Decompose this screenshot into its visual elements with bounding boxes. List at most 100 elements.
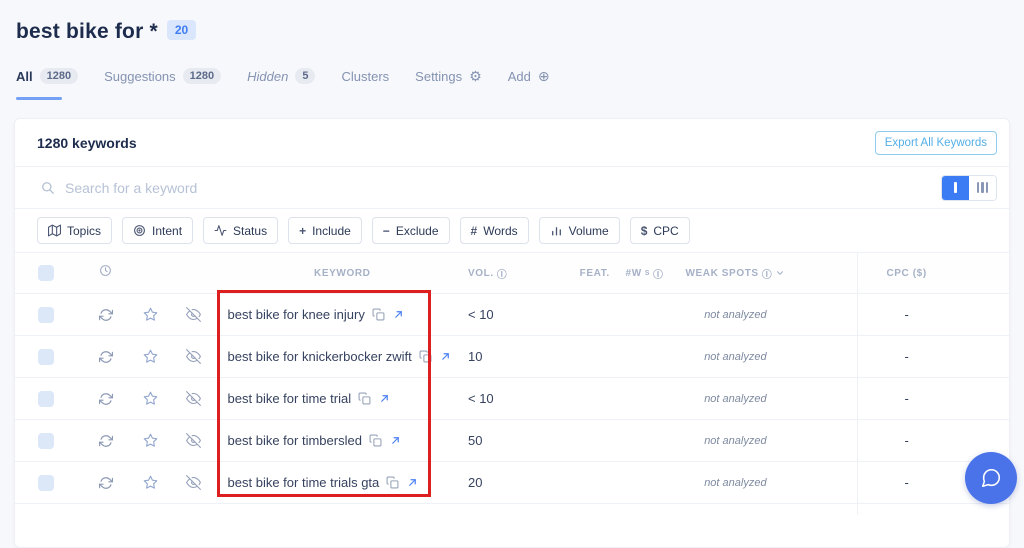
volume-value: 50 <box>467 433 483 448</box>
row-checkbox[interactable] <box>37 348 54 365</box>
hash-icon: # <box>470 223 478 238</box>
external-link-icon[interactable] <box>390 435 401 446</box>
table-row: best bike for knickerbocker zwift 10 not… <box>15 335 1009 377</box>
export-all-keywords-button[interactable]: Export All Keywords <box>874 130 997 155</box>
eye-off-icon[interactable] <box>186 391 202 406</box>
filter-include-button[interactable]: + Include <box>288 217 362 244</box>
external-link-icon[interactable] <box>379 393 390 404</box>
row-checkbox[interactable] <box>37 390 54 407</box>
select-all-checkbox[interactable] <box>37 265 54 281</box>
volume-value: < 10 <box>467 391 494 406</box>
chevron-down-icon[interactable] <box>775 268 785 278</box>
tab-all-count-badge: 1280 <box>39 68 79 84</box>
keyword-text: best bike for time trial <box>227 391 352 406</box>
refresh-icon[interactable] <box>98 476 113 490</box>
eye-off-icon[interactable] <box>186 349 202 364</box>
eye-off-icon[interactable] <box>186 475 202 490</box>
weak-spots-column-header[interactable]: WEAK SPOTS ⓘ <box>670 253 858 293</box>
table-row: best bike for time trial < 10 not analyz… <box>15 377 1009 419</box>
columns-view-button[interactable] <box>969 175 996 200</box>
tab-all[interactable]: All 1280 <box>16 68 79 100</box>
weak-spots-value: not analyzed <box>704 308 767 321</box>
keywords-card: 1280 keywords Export All Keywords Topics… <box>14 118 1010 548</box>
words-column-header: #W Sⓘ <box>625 266 664 281</box>
external-link-icon[interactable] <box>407 477 418 488</box>
tab-hidden[interactable]: Hidden 5 <box>247 68 316 86</box>
refresh-icon[interactable] <box>98 392 113 406</box>
view-toggle <box>941 174 997 201</box>
star-icon[interactable] <box>143 349 158 364</box>
filter-exclude-button[interactable]: − Exclude <box>371 217 450 244</box>
info-icon[interactable]: ⓘ <box>653 266 664 281</box>
weak-spots-value: not analyzed <box>704 434 767 447</box>
refresh-icon[interactable] <box>98 308 113 322</box>
refresh-column-header <box>77 253 135 293</box>
external-link-icon[interactable] <box>393 309 404 320</box>
search-input[interactable] <box>65 179 931 196</box>
page-header: best bike for * 20 All 1280 Suggestions … <box>16 20 1008 100</box>
copy-icon[interactable] <box>358 392 371 405</box>
tab-settings[interactable]: Settings ⚙ <box>415 69 482 86</box>
volume-value: 20 <box>467 475 483 490</box>
table-row: best bike for knee injury < 10 not analy… <box>15 293 1009 335</box>
star-icon[interactable] <box>143 475 158 490</box>
weak-spots-value: not analyzed <box>704 350 767 363</box>
star-icon[interactable] <box>143 391 158 406</box>
copy-icon[interactable] <box>386 476 399 489</box>
cpc-value: - <box>904 307 909 322</box>
table-row: best bike for time trials gta 20 not ana… <box>15 461 1009 503</box>
weak-spots-value: not analyzed <box>704 476 767 489</box>
featured-column-header: FEAT. <box>579 267 610 279</box>
copy-icon[interactable] <box>372 308 385 321</box>
filter-topics-button[interactable]: Topics <box>37 217 113 244</box>
filter-intent-button[interactable]: Intent <box>122 217 194 244</box>
filter-status-button[interactable]: Status <box>203 217 279 244</box>
tab-suggestions[interactable]: Suggestions 1280 <box>104 68 222 86</box>
tab-suggestions-count-badge: 1280 <box>182 68 222 84</box>
cpc-column-header: CPC ($) <box>857 253 1009 293</box>
page-title: best bike for * <box>16 20 158 43</box>
plus-circle-icon: ⊕ <box>537 68 550 84</box>
star-icon[interactable] <box>143 433 158 448</box>
minus-icon: − <box>382 223 390 238</box>
cpc-value: - <box>904 349 909 364</box>
title-row: best bike for * 20 <box>16 20 1008 44</box>
volume-value: 10 <box>467 349 483 364</box>
refresh-icon[interactable] <box>98 434 113 448</box>
table-header-row: KEYWORD VOL. ⓘ FEAT. #W Sⓘ WEAK SPOTS ⓘ CPC… <box>15 253 1009 293</box>
row-checkbox[interactable] <box>37 306 54 323</box>
target-icon <box>133 224 146 237</box>
info-icon[interactable]: ⓘ <box>497 266 508 281</box>
gear-icon: ⚙ <box>469 68 482 84</box>
chat-button[interactable] <box>965 452 1017 504</box>
info-icon[interactable]: ⓘ <box>762 266 773 281</box>
filter-cpc-button[interactable]: $ CPC <box>629 217 690 244</box>
card-header: 1280 keywords Export All Keywords <box>15 119 1009 167</box>
tab-add[interactable]: Add ⊕ <box>508 69 550 86</box>
copy-icon[interactable] <box>419 350 432 363</box>
volume-value: < 10 <box>467 307 494 322</box>
keyword-count-label: 1280 keywords <box>37 134 137 151</box>
keyword-column-header: KEYWORD <box>314 267 371 279</box>
cpc-value: - <box>904 391 909 406</box>
copy-icon[interactable] <box>369 434 382 447</box>
cpc-value: - <box>904 433 909 448</box>
plus-icon: + <box>299 223 307 238</box>
list-view-button[interactable] <box>942 175 969 200</box>
star-icon[interactable] <box>143 307 158 322</box>
refresh-icon[interactable] <box>98 350 113 364</box>
row-checkbox[interactable] <box>37 474 54 491</box>
eye-off-icon[interactable] <box>186 433 202 448</box>
dollar-icon: $ <box>640 223 648 238</box>
search-icon <box>41 181 55 195</box>
activity-icon <box>214 224 227 237</box>
tab-clusters[interactable]: Clusters <box>341 69 389 86</box>
eye-off-icon[interactable] <box>186 307 202 322</box>
external-link-icon[interactable] <box>440 351 451 362</box>
weak-spots-value: not analyzed <box>704 392 767 405</box>
row-checkbox[interactable] <box>37 432 54 449</box>
filter-words-button[interactable]: # Words <box>459 217 529 244</box>
tab-bar: All 1280 Suggestions 1280 Hidden 5 Clust… <box>16 68 1008 100</box>
filter-volume-button[interactable]: Volume <box>538 217 620 244</box>
filter-row: Topics Intent Status + Include − Exclude… <box>15 209 1009 253</box>
